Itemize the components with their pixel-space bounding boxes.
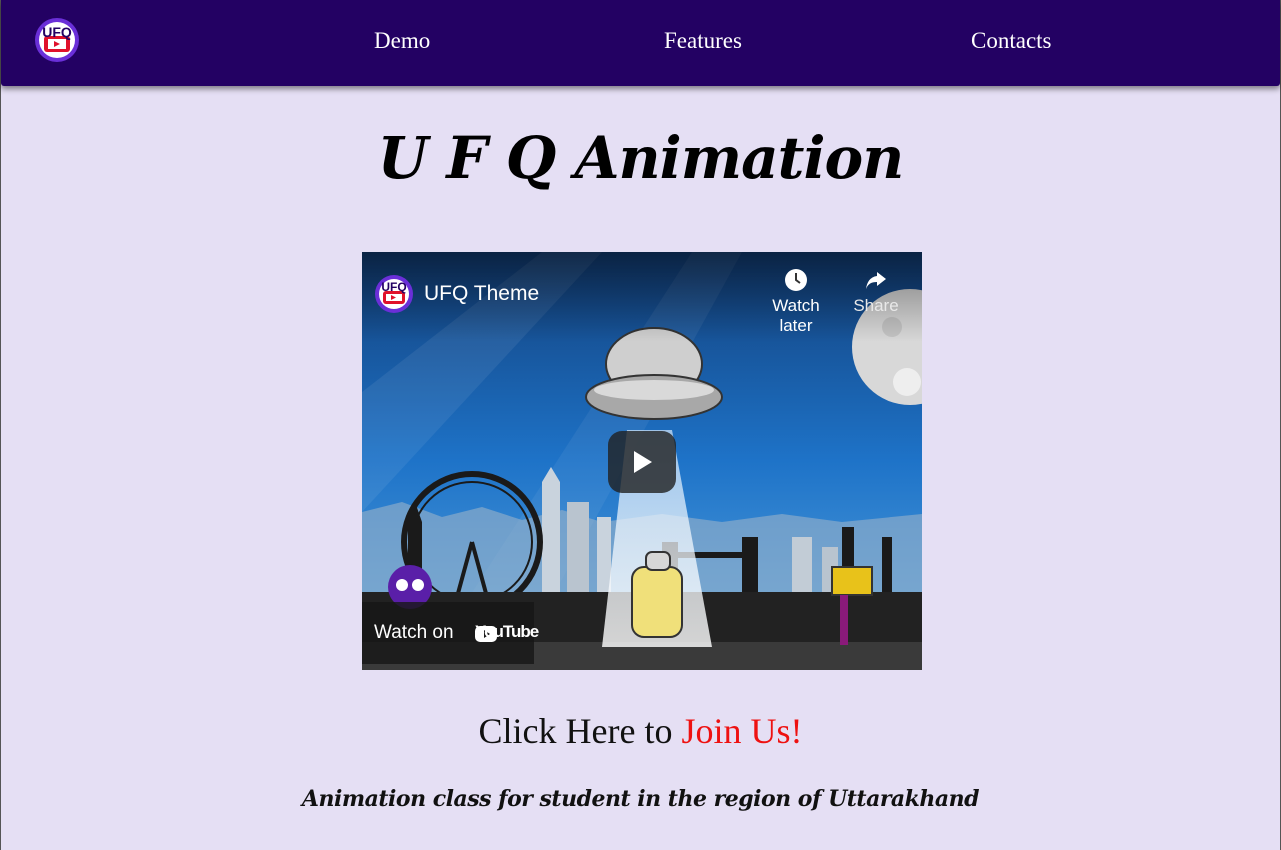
nav-link-features[interactable]: Features: [664, 28, 742, 54]
play-icon: [634, 451, 652, 473]
join-us-link[interactable]: Join Us!: [681, 711, 802, 751]
nav-link-demo[interactable]: Demo: [374, 28, 430, 54]
watch-later-label: Watch later: [772, 296, 820, 335]
embedded-video[interactable]: UFQ UFQ Theme Watch later Share Watch on: [362, 252, 922, 670]
share-arrow-icon: [866, 272, 886, 289]
channel-avatar-text: UFQ: [381, 280, 406, 294]
page-title: U F Q Animation: [377, 124, 905, 192]
clock-icon: [785, 269, 807, 291]
share-label: Share: [853, 296, 899, 315]
share-button[interactable]: Share: [836, 268, 916, 316]
play-button[interactable]: [608, 431, 676, 493]
cta-prefix: Click Here to: [478, 711, 682, 751]
watch-later-button[interactable]: Watch later: [756, 268, 836, 336]
watch-on-youtube-button[interactable]: Watch on YouTube: [362, 602, 539, 664]
ufq-logo[interactable]: UFQ: [34, 10, 80, 68]
youtube-wordmark: YouTube: [475, 622, 539, 641]
page: UFQ Demo Features Contacts U F Q Animati…: [0, 0, 1281, 850]
join-call-to-action: Click Here to Join Us!: [1, 708, 1280, 754]
tagline: Animation class for student in the regio…: [301, 786, 980, 812]
channel-avatar[interactable]: UFQ: [374, 268, 414, 320]
watch-on-label: Watch on: [374, 622, 454, 643]
nav-link-contacts[interactable]: Contacts: [971, 28, 1052, 54]
navbar: UFQ Demo Features Contacts: [1, 0, 1280, 86]
video-title[interactable]: UFQ Theme: [424, 282, 539, 306]
ufq-logo-text: UFQ: [42, 24, 72, 40]
